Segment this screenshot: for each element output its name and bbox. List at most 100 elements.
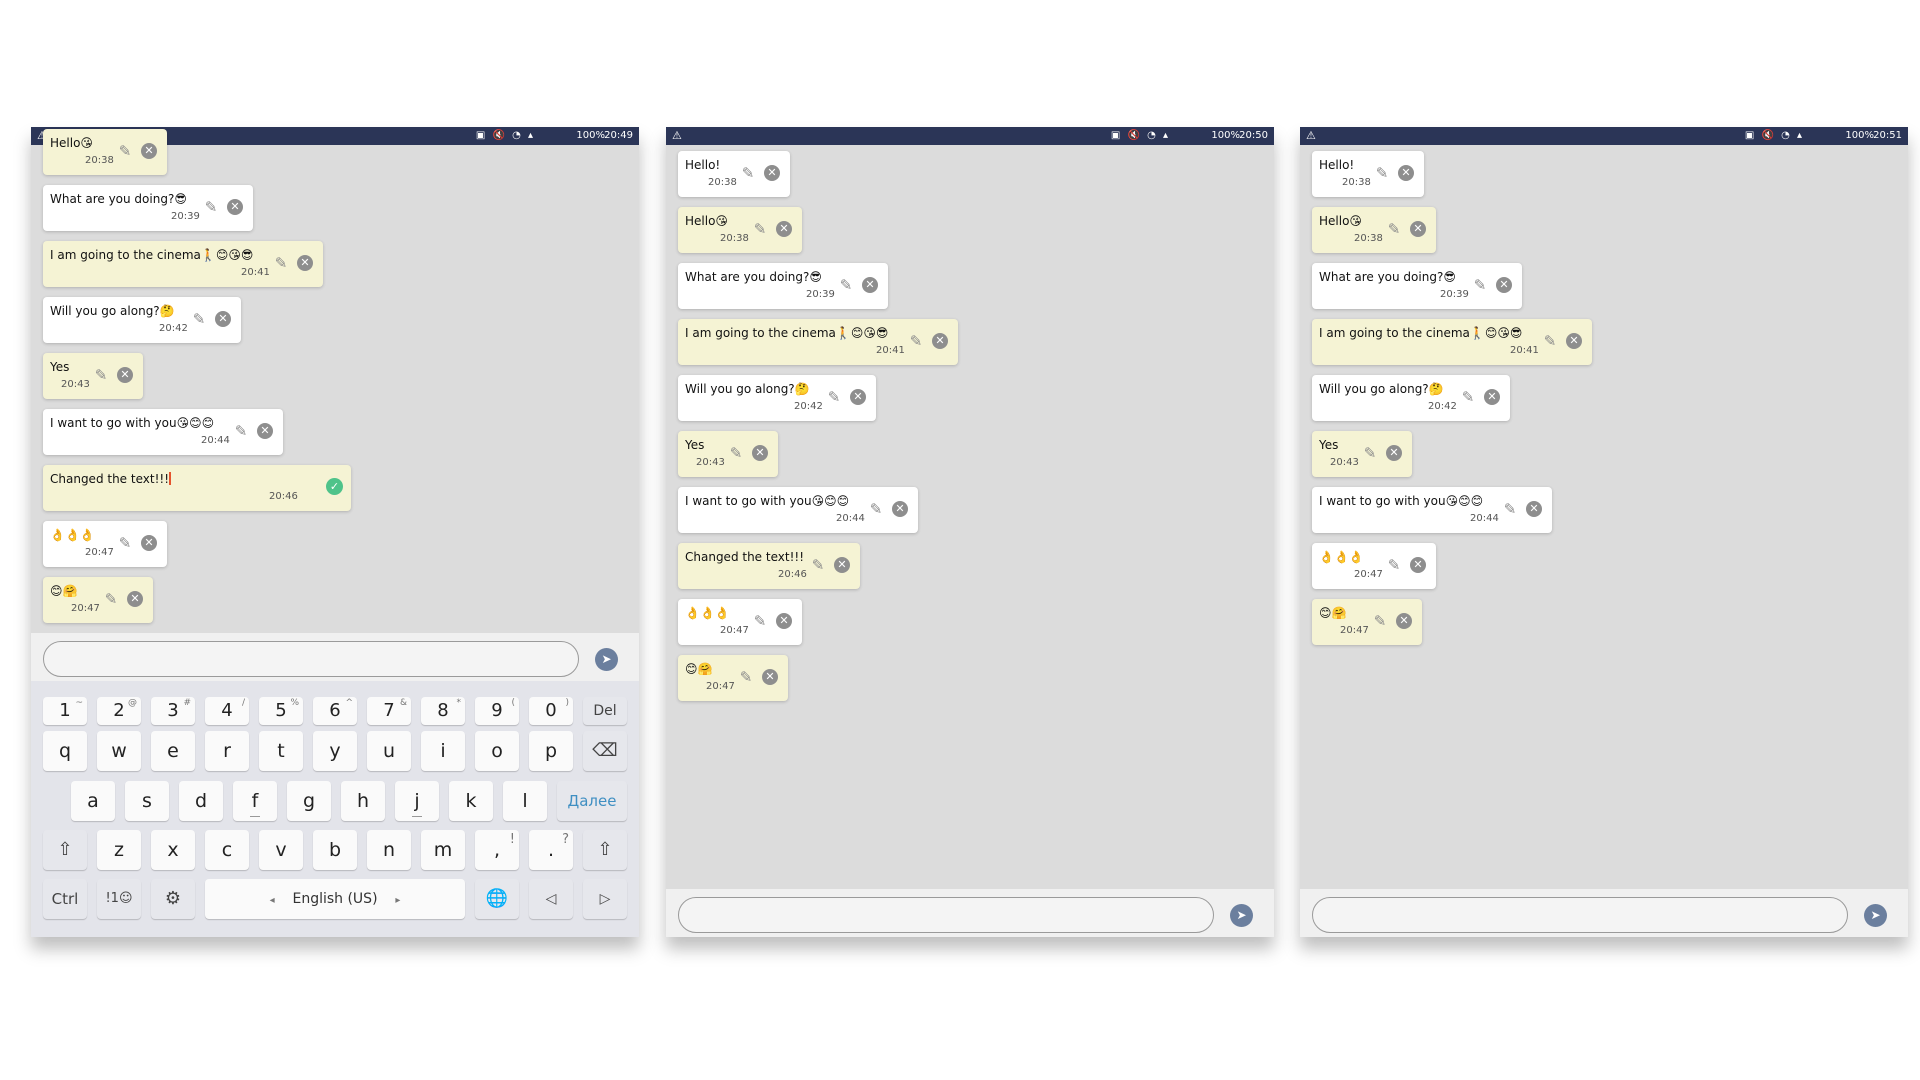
pencil-icon[interactable]: ✎: [1470, 275, 1490, 295]
message-bubble-editing[interactable]: Changed the text!!! 20:46 ✓: [43, 465, 351, 511]
message-bubble[interactable]: I am going to the cinema🚶😊😘😎 20:41 ✎ ✕: [43, 241, 323, 287]
key-m[interactable]: m: [421, 830, 465, 870]
close-circle-icon[interactable]: ✕: [127, 591, 143, 607]
key-g[interactable]: g: [287, 781, 331, 821]
message-bubble[interactable]: Hello! 20:38 ✎ ✕: [1312, 151, 1424, 197]
key-2[interactable]: 2 @: [97, 697, 141, 725]
shift-icon[interactable]: ⇧: [43, 830, 87, 870]
key-x[interactable]: x: [151, 830, 195, 870]
key-e[interactable]: e: [151, 731, 195, 771]
close-circle-icon[interactable]: ✕: [892, 501, 908, 517]
key-y[interactable]: y: [313, 731, 357, 771]
key-4[interactable]: 4/: [205, 697, 249, 725]
close-circle-icon[interactable]: ✕: [752, 445, 768, 461]
key-q[interactable]: q: [43, 731, 87, 771]
message-bubble[interactable]: Will you go along?🤔 20:42 ✎ ✕: [43, 297, 241, 343]
send-icon[interactable]: ➤: [1864, 904, 1887, 927]
close-circle-icon[interactable]: ✕: [141, 143, 157, 159]
send-icon[interactable]: ➤: [1230, 904, 1253, 927]
message-bubble[interactable]: 😊🤗 20:47 ✎ ✕: [43, 577, 153, 623]
key-t[interactable]: t: [259, 731, 303, 771]
arrow-left-icon[interactable]: ◁: [529, 879, 573, 919]
message-bubble[interactable]: I want to go with you😘😊😊 20:44 ✎ ✕: [43, 409, 283, 455]
message-bubble[interactable]: Hello😘 20:38 ✎ ✕: [1312, 207, 1436, 253]
message-bubble[interactable]: I am going to the cinema🚶😊😘😎 20:41 ✎ ✕: [1312, 319, 1592, 365]
message-text[interactable]: Changed the text!!!: [50, 472, 169, 486]
message-bubble[interactable]: Will you go along?🤔 20:42 ✎ ✕: [1312, 375, 1510, 421]
key-8[interactable]: 8 *: [421, 697, 465, 725]
key-b[interactable]: b: [313, 830, 357, 870]
key-p[interactable]: p: [529, 731, 573, 771]
close-circle-icon[interactable]: ✕: [850, 389, 866, 405]
pencil-icon[interactable]: ✎: [201, 197, 221, 217]
key-1[interactable]: 1 ~: [43, 697, 87, 725]
key-j[interactable]: j: [395, 781, 439, 821]
message-bubble[interactable]: Will you go along?🤔 20:42 ✎ ✕: [678, 375, 876, 421]
key-a[interactable]: a: [71, 781, 115, 821]
pencil-icon[interactable]: ✎: [1500, 499, 1520, 519]
pencil-icon[interactable]: ✎: [836, 275, 856, 295]
close-circle-icon[interactable]: ✕: [117, 367, 133, 383]
message-bubble[interactable]: 😊🤗 20:47 ✎ ✕: [1312, 599, 1422, 645]
message-bubble[interactable]: I want to go with you😘😊😊 20:44 ✎ ✕: [678, 487, 918, 533]
close-circle-icon[interactable]: ✕: [1410, 221, 1426, 237]
key-n[interactable]: n: [367, 830, 411, 870]
key-d[interactable]: d: [179, 781, 223, 821]
key-w[interactable]: w: [97, 731, 141, 771]
close-circle-icon[interactable]: ✕: [1484, 389, 1500, 405]
globe-icon[interactable]: 🌐: [475, 879, 519, 919]
key-o[interactable]: o: [475, 731, 519, 771]
key-u[interactable]: u: [367, 731, 411, 771]
message-bubble[interactable]: Hello😘 20:38 ✎ ✕: [43, 129, 167, 175]
pencil-icon[interactable]: ✎: [1370, 611, 1390, 631]
message-bubble[interactable]: What are you doing?😎 20:39 ✎ ✕: [43, 185, 253, 231]
key-v[interactable]: v: [259, 830, 303, 870]
pencil-icon[interactable]: ✎: [906, 331, 926, 351]
close-circle-icon[interactable]: ✕: [141, 535, 157, 551]
pencil-icon[interactable]: ✎: [1372, 163, 1392, 183]
delete-key[interactable]: Del: [583, 697, 627, 725]
pencil-icon[interactable]: ✎: [231, 421, 251, 441]
arrow-right-icon[interactable]: ▷: [583, 879, 627, 919]
message-input[interactable]: [43, 641, 579, 677]
message-bubble[interactable]: Hello😘 20:38 ✎ ✕: [678, 207, 802, 253]
message-bubble[interactable]: 😊🤗 20:47 ✎ ✕: [678, 655, 788, 701]
pencil-icon[interactable]: ✎: [91, 365, 111, 385]
message-bubble[interactable]: What are you doing?😎 20:39 ✎ ✕: [678, 263, 888, 309]
space-key[interactable]: ◂ English (US) ▸: [205, 879, 465, 919]
key-0[interactable]: 0): [529, 697, 573, 725]
pencil-icon[interactable]: ✎: [808, 555, 828, 575]
key-9[interactable]: 9(: [475, 697, 519, 725]
message-input[interactable]: [678, 897, 1214, 933]
close-circle-icon[interactable]: ✕: [1566, 333, 1582, 349]
pencil-icon[interactable]: ✎: [1384, 555, 1404, 575]
key-6[interactable]: 6 ^: [313, 697, 357, 725]
pencil-icon[interactable]: ✎: [115, 533, 135, 553]
key-r[interactable]: r: [205, 731, 249, 771]
pencil-icon[interactable]: ✎: [1384, 219, 1404, 239]
close-circle-icon[interactable]: ✕: [1396, 613, 1412, 629]
message-bubble[interactable]: Changed the text!!! 20:46 ✎ ✕: [678, 543, 860, 589]
key-7[interactable]: 7 &: [367, 697, 411, 725]
pencil-icon[interactable]: ✎: [738, 163, 758, 183]
key-c[interactable]: c: [205, 830, 249, 870]
pencil-icon[interactable]: ✎: [115, 141, 135, 161]
shift-icon[interactable]: ⇧: [583, 830, 627, 870]
pencil-icon[interactable]: ✎: [1540, 331, 1560, 351]
close-circle-icon[interactable]: ✕: [834, 557, 850, 573]
key-k[interactable]: k: [449, 781, 493, 821]
key-s[interactable]: s: [125, 781, 169, 821]
close-circle-icon[interactable]: ✕: [1496, 277, 1512, 293]
close-circle-icon[interactable]: ✕: [297, 255, 313, 271]
close-circle-icon[interactable]: ✕: [776, 613, 792, 629]
pencil-icon[interactable]: ✎: [750, 611, 770, 631]
close-circle-icon[interactable]: ✕: [227, 199, 243, 215]
close-circle-icon[interactable]: ✕: [1526, 501, 1542, 517]
key-h[interactable]: h: [341, 781, 385, 821]
close-circle-icon[interactable]: ✕: [1386, 445, 1402, 461]
key-3[interactable]: 3 #: [151, 697, 195, 725]
key-z[interactable]: z: [97, 830, 141, 870]
close-circle-icon[interactable]: ✕: [762, 669, 778, 685]
pencil-icon[interactable]: ✎: [736, 667, 756, 687]
pencil-icon[interactable]: ✎: [750, 219, 770, 239]
